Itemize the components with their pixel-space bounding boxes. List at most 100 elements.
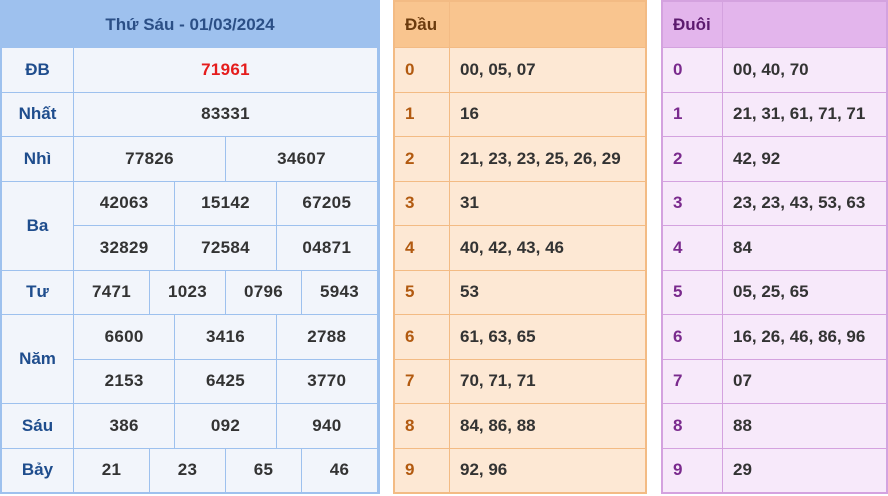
duoi-numbers: 00, 40, 70 xyxy=(733,59,809,79)
duoi-digit: 5 xyxy=(663,270,723,314)
dau-numbers: 16 xyxy=(460,104,479,124)
duoi-row: 4 84 xyxy=(663,226,886,271)
dau-row: 0 00, 05, 07 xyxy=(395,48,645,93)
duoi-row: 3 23, 23, 43, 53, 63 xyxy=(663,181,886,226)
dau-numbers: 00, 05, 07 xyxy=(460,59,536,79)
prize-number: 21 xyxy=(74,448,150,493)
dau-row: 4 40, 42, 43, 46 xyxy=(395,226,645,271)
dau-row: 9 92, 96 xyxy=(395,448,645,493)
duoi-numbers: 05, 25, 65 xyxy=(733,282,809,302)
dau-digit: 8 xyxy=(395,404,450,448)
prize-number: 2153 xyxy=(74,359,176,404)
duoi-digit: 8 xyxy=(663,404,723,448)
special-prize-number: 71961 xyxy=(74,48,378,93)
prize-label: Ba xyxy=(2,181,74,271)
prize-number: 77826 xyxy=(74,137,226,182)
duoi-digit: 6 xyxy=(663,315,723,359)
prize-label: Năm xyxy=(2,315,74,404)
duoi-digit: 4 xyxy=(663,226,723,270)
dau-header-blank xyxy=(450,2,645,47)
duoi-numbers: 07 xyxy=(733,371,752,391)
prize-number: 0796 xyxy=(226,270,302,315)
duoi-digit: 0 xyxy=(663,48,723,92)
prize-number: 1023 xyxy=(150,270,226,315)
prize-results-table: Thứ Sáu - 01/03/2024 ĐB 71961 Nhất 83331 Nhì 7… xyxy=(0,0,380,494)
duoi-row: 1 21, 31, 61, 71, 71 xyxy=(663,92,886,137)
dau-digit: 7 xyxy=(395,359,450,403)
dau-digit: 6 xyxy=(395,315,450,359)
duoi-row: 0 00, 40, 70 xyxy=(663,48,886,93)
duoi-digit: 3 xyxy=(663,181,723,225)
prize-number: 65 xyxy=(226,448,302,493)
duoi-row: 2 42, 92 xyxy=(663,137,886,182)
prize-number: 6600 xyxy=(74,315,176,360)
prize-number: 15142 xyxy=(175,181,277,226)
duoi-header-blank xyxy=(723,2,886,47)
dau-numbers: 84, 86, 88 xyxy=(460,415,536,435)
dau-header-row: Đầu xyxy=(395,2,645,48)
duoi-numbers: 23, 23, 43, 53, 63 xyxy=(733,193,866,213)
duoi-digit: 9 xyxy=(663,448,723,492)
duoi-numbers: 21, 31, 61, 71, 71 xyxy=(733,104,866,124)
duoi-numbers: 42, 92 xyxy=(733,148,781,168)
prize-label: Nhất xyxy=(2,92,74,137)
duoi-header-label: Đuôi xyxy=(663,2,723,47)
dau-numbers: 92, 96 xyxy=(460,460,508,480)
dau-numbers: 53 xyxy=(460,282,479,302)
prize-number: 32829 xyxy=(74,226,176,271)
head-digit-table: Đầu 0 00, 05, 07 1 16 2 21, 23, 23, 25, 26, 29… xyxy=(393,0,647,494)
prize-number: 6425 xyxy=(175,359,277,404)
dau-header-label: Đầu xyxy=(395,2,450,47)
dau-digit: 3 xyxy=(395,181,450,225)
dau-row: 8 84, 86, 88 xyxy=(395,404,645,449)
prize-number: 46 xyxy=(302,448,378,493)
dau-numbers: 61, 63, 65 xyxy=(460,326,536,346)
duoi-numbers: 29 xyxy=(733,460,752,480)
prize-number: 67205 xyxy=(276,181,378,226)
prize-number: 5943 xyxy=(302,270,378,315)
prize-label: Tư xyxy=(2,270,74,315)
draw-date-title: Thứ Sáu - 01/03/2024 xyxy=(2,2,378,48)
dau-row: 7 70, 71, 71 xyxy=(395,359,645,404)
dau-digit: 5 xyxy=(395,270,450,314)
prize-number: 386 xyxy=(74,404,176,449)
prize-number: 2788 xyxy=(276,315,378,360)
prize-number: 7471 xyxy=(74,270,150,315)
duoi-row: 8 88 xyxy=(663,404,886,449)
prize-number: 42063 xyxy=(74,181,176,226)
prize-number: 092 xyxy=(175,404,277,449)
dau-row: 5 53 xyxy=(395,270,645,315)
duoi-row: 7 07 xyxy=(663,359,886,404)
prize-label: Bảy xyxy=(2,448,74,493)
tail-digit-table: Đuôi 0 00, 40, 70 1 21, 31, 61, 71, 71 2 42, 9… xyxy=(661,0,888,494)
prize-number: 23 xyxy=(150,448,226,493)
duoi-row: 9 29 xyxy=(663,448,886,493)
prize-number: 3416 xyxy=(175,315,277,360)
dau-row: 1 16 xyxy=(395,92,645,137)
dau-digit: 0 xyxy=(395,48,450,92)
dau-numbers: 70, 71, 71 xyxy=(460,371,536,391)
prize-label: ĐB xyxy=(2,48,74,93)
dau-numbers: 21, 23, 23, 25, 26, 29 xyxy=(460,148,621,168)
prize-number: 940 xyxy=(276,404,378,449)
dau-digit: 2 xyxy=(395,137,450,181)
prize-label: Sáu xyxy=(2,404,74,449)
duoi-digit: 7 xyxy=(663,359,723,403)
dau-digit: 1 xyxy=(395,92,450,136)
duoi-digit: 1 xyxy=(663,92,723,136)
duoi-digit: 2 xyxy=(663,137,723,181)
prize-number: 34607 xyxy=(226,137,378,182)
prize-number: 83331 xyxy=(74,92,378,137)
dau-numbers: 40, 42, 43, 46 xyxy=(460,237,564,257)
duoi-numbers: 84 xyxy=(733,237,752,257)
prize-number: 04871 xyxy=(276,226,378,271)
duoi-row: 6 16, 26, 46, 86, 96 xyxy=(663,315,886,360)
duoi-header-row: Đuôi xyxy=(663,2,886,48)
dau-row: 3 31 xyxy=(395,181,645,226)
dau-digit: 4 xyxy=(395,226,450,270)
duoi-numbers: 88 xyxy=(733,415,752,435)
prize-label: Nhì xyxy=(2,137,74,182)
prize-number: 3770 xyxy=(276,359,378,404)
duoi-numbers: 16, 26, 46, 86, 96 xyxy=(733,326,866,346)
duoi-row: 5 05, 25, 65 xyxy=(663,270,886,315)
